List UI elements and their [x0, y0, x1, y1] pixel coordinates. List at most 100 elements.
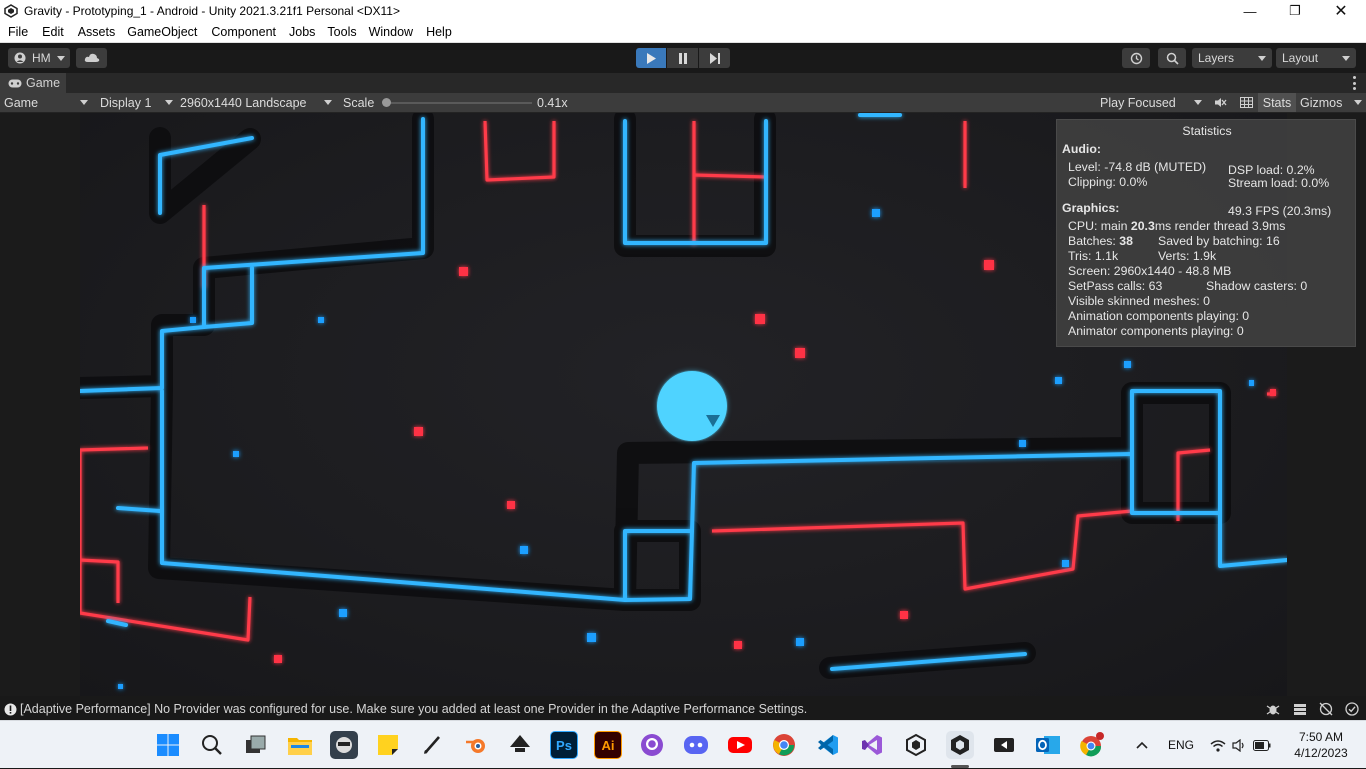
status-message: [Adaptive Performance] No Provider was c…	[20, 702, 808, 716]
stats-verts: Verts: 1.9k	[1158, 249, 1217, 263]
scale-slider[interactable]	[382, 93, 532, 112]
stats-saved: Saved by batching: 16	[1158, 234, 1280, 248]
menu-jobs[interactable]: Jobs	[289, 25, 315, 39]
menu-bar: File Edit Assets GameObject Component Jo…	[0, 22, 1366, 43]
grid-icon	[1239, 97, 1253, 108]
layers-stack-icon[interactable]	[1293, 703, 1307, 716]
restore-icon[interactable]: ❐	[1272, 0, 1318, 22]
file-explorer-icon[interactable]	[286, 731, 314, 759]
photoshop-icon[interactable]: Ps	[550, 731, 578, 759]
resolution-label: 2960x1440 Landscape	[180, 95, 307, 110]
unity-editor-icon[interactable]	[946, 731, 974, 759]
account-name: HM	[32, 51, 51, 65]
visual-studio-icon[interactable]	[858, 731, 886, 759]
unity-hub-icon[interactable]	[902, 731, 930, 759]
clock-date: 4/12/2023	[1294, 746, 1348, 760]
network-off-icon[interactable]	[1319, 702, 1333, 716]
menu-assets[interactable]: Assets	[78, 25, 116, 39]
pen-icon[interactable]	[418, 731, 446, 759]
minimize-icon[interactable]: —	[1227, 0, 1273, 22]
menu-file[interactable]: File	[8, 25, 28, 39]
layout-label: Layout	[1282, 51, 1319, 65]
chrome-profile-icon[interactable]	[1078, 731, 1106, 759]
stats-cpu-prefix: CPU: main	[1068, 219, 1131, 233]
statistics-panel: Statistics Audio: Level: -74.8 dB (MUTED…	[1056, 119, 1356, 347]
inkscape-icon[interactable]	[506, 731, 534, 759]
resolution-dropdown[interactable]: 2960x1440 Landscape	[180, 93, 332, 112]
gizmos-dropdown[interactable]: Gizmos	[1300, 93, 1364, 112]
debug-icon[interactable]	[1266, 703, 1280, 716]
github-desktop-icon[interactable]	[638, 731, 666, 759]
view-label: Game	[4, 95, 39, 110]
chevron-down-icon	[80, 100, 88, 105]
stats-audio-header: Audio:	[1062, 142, 1101, 156]
stats-setpass: SetPass calls: 63	[1068, 279, 1163, 293]
stats-title: Statistics	[1182, 124, 1232, 138]
play-button[interactable]	[636, 48, 666, 68]
sticky-notes-icon[interactable]	[374, 731, 402, 759]
display-label: Display 1	[100, 95, 152, 110]
stats-batches-value: 38	[1119, 234, 1133, 248]
chevron-down-icon	[324, 100, 332, 105]
chrome-icon[interactable]	[770, 731, 798, 759]
layers-dropdown[interactable]: Layers	[1192, 48, 1272, 68]
cloud-button[interactable]	[76, 48, 107, 68]
menu-gameobject[interactable]: GameObject	[127, 25, 197, 39]
layout-grid-button[interactable]	[1235, 93, 1257, 112]
menu-window[interactable]: Window	[369, 25, 413, 39]
layout-dropdown[interactable]: Layout	[1276, 48, 1356, 68]
menu-tools[interactable]: Tools	[327, 25, 356, 39]
illustrator-icon[interactable]: Ai	[594, 731, 622, 759]
chevron-up-icon	[1136, 741, 1148, 749]
search-button[interactable]	[1158, 48, 1186, 68]
search-icon[interactable]	[198, 731, 226, 759]
account-dropdown[interactable]: HM	[8, 48, 70, 68]
layers-label: Layers	[1198, 51, 1235, 65]
chevron-down-icon	[165, 100, 173, 105]
outlook-icon[interactable]	[1034, 731, 1062, 759]
pause-button[interactable]	[667, 48, 698, 68]
mute-audio-button[interactable]	[1208, 93, 1232, 112]
unity-player-icon[interactable]	[990, 731, 1018, 759]
show-hidden-icons[interactable]	[1136, 721, 1148, 769]
system-tray-icons[interactable]	[1210, 721, 1271, 769]
check-circle-icon[interactable]	[1345, 702, 1359, 716]
stats-batches: Batches: 38	[1068, 234, 1133, 248]
play-mode-dropdown[interactable]: Play Focused	[1100, 93, 1202, 112]
battery-icon	[1253, 739, 1271, 751]
cloud-icon	[84, 53, 99, 62]
close-icon[interactable]: ✕	[1318, 0, 1364, 22]
wifi-icon	[1210, 739, 1226, 752]
console-status-bar[interactable]: [Adaptive Performance] No Provider was c…	[0, 698, 1366, 720]
stats-level: Level: -74.8 dB (MUTED)	[1068, 160, 1207, 174]
clock-time: 7:50 AM	[1298, 730, 1344, 744]
stats-dsp: DSP load: 0.2%	[1228, 163, 1315, 177]
tab-bar: Game	[0, 73, 1366, 93]
menu-help[interactable]: Help	[426, 25, 452, 39]
gamepad-icon	[8, 79, 22, 87]
youtube-icon[interactable]	[726, 731, 754, 759]
game-app-icon[interactable]	[330, 731, 358, 759]
view-dropdown[interactable]: Game	[4, 93, 88, 112]
window-title: Gravity - Prototyping_1 - Android - Unit…	[24, 4, 400, 18]
blender-icon[interactable]	[462, 731, 490, 759]
language-indicator[interactable]: ENG	[1168, 721, 1194, 769]
windows-start-icon[interactable]	[154, 731, 182, 759]
unity-logo-icon	[4, 4, 18, 18]
display-dropdown[interactable]: Display 1	[100, 93, 173, 112]
vscode-icon[interactable]	[814, 731, 842, 759]
stats-shadow: Shadow casters: 0	[1206, 279, 1308, 293]
step-button[interactable]	[699, 48, 730, 68]
stats-toggle[interactable]: Stats	[1258, 93, 1296, 112]
more-options-icon[interactable]	[1353, 76, 1356, 90]
discord-icon[interactable]	[682, 731, 710, 759]
stats-screen: Screen: 2960x1440 - 48.8 MB	[1068, 264, 1232, 278]
gizmos-label: Gizmos	[1300, 95, 1343, 110]
tab-game[interactable]: Game	[0, 73, 66, 93]
task-view-icon[interactable]	[242, 731, 270, 759]
clock[interactable]: 7:50 AM 4/12/2023	[1286, 721, 1356, 769]
menu-component[interactable]: Component	[211, 25, 276, 39]
stats-clipping: Clipping: 0.0%	[1068, 175, 1148, 189]
undo-history-button[interactable]	[1122, 48, 1150, 68]
menu-edit[interactable]: Edit	[42, 25, 64, 39]
